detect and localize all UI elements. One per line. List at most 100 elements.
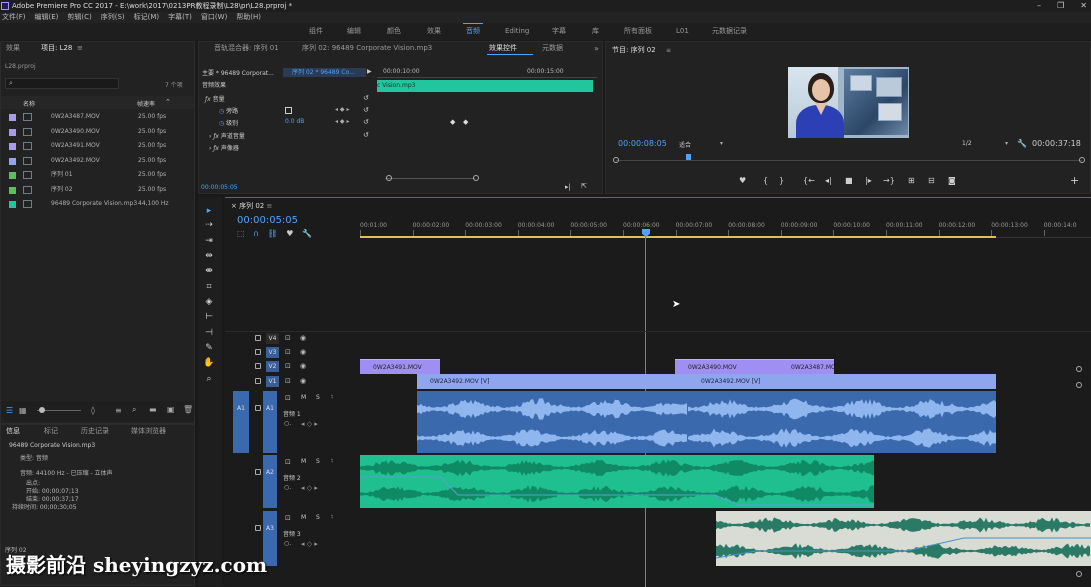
panner-row[interactable]: › ƒx 声像器 <box>209 143 239 152</box>
restore-icon[interactable]: ❐ <box>1057 0 1064 12</box>
scroll-handle-right[interactable] <box>1079 157 1085 163</box>
stopwatch-icon[interactable]: ◷ <box>219 120 224 127</box>
project-item[interactable]: 96489 Corporate Vision.mp3 44,100 Hz <box>5 197 191 211</box>
clip-a2-corporate-vision[interactable] <box>360 455 874 508</box>
keyframe-diamond-icon[interactable]: ◆ <box>450 118 455 126</box>
sync-lock-icon[interactable]: ⊡ <box>285 348 291 356</box>
slide-tool-icon[interactable]: ⊣ <box>203 327 215 339</box>
clip-v1-0w2a3492-a[interactable]: 0W2A3492.MOV [V] <box>417 374 688 389</box>
selection-tool-icon[interactable]: ▸ <box>203 205 215 217</box>
find-icon[interactable]: ⌕ <box>132 405 136 415</box>
ripple-edit-tool-icon[interactable]: ⇥ <box>203 235 215 247</box>
slip-tool-icon[interactable]: ⊢ <box>203 311 215 323</box>
sequence-clip-selector[interactable]: 序列 02 * 96489 Co... <box>283 68 366 77</box>
new-item-icon[interactable]: ▣ <box>167 405 175 414</box>
track-target-a2[interactable]: A2 <box>263 455 277 508</box>
lock-icon[interactable] <box>255 335 261 341</box>
hand-tool-icon[interactable]: ✋ <box>203 357 215 369</box>
reset-icon[interactable]: ↺ <box>363 106 369 114</box>
scroll-handle-left[interactable] <box>613 157 619 163</box>
label-color-swatch[interactable] <box>9 128 16 136</box>
workspace-l01[interactable]: L01 <box>676 23 689 40</box>
settings-wrench-icon[interactable]: 🔧 <box>1017 139 1027 148</box>
export-frame-icon[interactable]: ◙ <box>948 176 956 185</box>
video-track-header[interactable]: V1 ⊡ ◉ <box>225 375 357 389</box>
keyframe-nav-icon[interactable]: ◂ ◆ ▸ <box>335 106 349 113</box>
work-area-bar[interactable] <box>360 236 996 238</box>
workspace-audio[interactable]: 音频 <box>466 23 480 40</box>
ec-zoom-handle-right[interactable] <box>473 175 479 181</box>
stopwatch-icon[interactable]: ◷ <box>219 108 224 115</box>
workspace-all-panels[interactable]: 所有面板 <box>624 23 652 40</box>
eye-icon[interactable]: ◉ <box>300 334 306 342</box>
label-color-swatch[interactable] <box>9 172 16 179</box>
workspace-captions[interactable]: 字幕 <box>552 23 566 40</box>
sort-up-icon[interactable]: ⌃ <box>165 98 171 106</box>
automate-sequence-icon[interactable]: ≡ <box>115 406 122 415</box>
tab-effects[interactable]: 效果 <box>6 42 20 55</box>
master-clip-label[interactable]: 主要 * 96489 Corporat... <box>202 68 274 77</box>
project-item[interactable]: 序列 02 25.00 fps <box>5 183 191 197</box>
project-item[interactable]: 0W2A3492.MOV 25.00 fps <box>5 154 191 168</box>
zoom-slider-handle[interactable] <box>39 407 45 413</box>
lock-icon[interactable] <box>255 378 261 384</box>
workspace-color[interactable]: 颜色 <box>387 23 401 40</box>
timeline-settings-wrench-icon[interactable]: 🔧 <box>302 229 312 238</box>
label-color-swatch[interactable] <box>9 201 16 208</box>
new-bin-icon[interactable]: ▬ <box>149 405 157 414</box>
menu-help[interactable]: 帮助(H) <box>236 12 261 23</box>
bypass-checkbox[interactable] <box>285 107 292 114</box>
insert-icon[interactable]: ⊞ <box>908 176 915 185</box>
track-select-tool-icon[interactable]: ⇢ <box>203 219 215 231</box>
video-track-header[interactable]: V3 ⊡ ◉ <box>225 346 357 360</box>
eye-icon[interactable]: ◉ <box>300 362 306 370</box>
clear-icon[interactable]: 🗑 <box>183 405 193 414</box>
reset-icon[interactable]: ↺ <box>363 131 369 139</box>
tab-markers[interactable]: 标记 <box>44 425 58 438</box>
clip-v1-0w2a3492-b[interactable]: 0W2A3492.MOV [V] <box>688 374 996 389</box>
panel-menu-icon[interactable]: ≡ <box>77 42 83 55</box>
fx-volume-row[interactable]: ƒx 音量 <box>205 94 225 103</box>
lock-icon[interactable] <box>255 363 261 369</box>
voice-record-icon[interactable]: ♮ <box>331 457 334 465</box>
track-target-v1[interactable]: V1 <box>266 376 279 387</box>
go-to-in-icon[interactable]: {← <box>803 176 815 185</box>
track-target-v3[interactable]: V3 <box>266 347 279 358</box>
ec-clip-bar[interactable]: c Vision.mp3 <box>377 80 593 92</box>
workspace-editing-cn[interactable]: 编辑 <box>347 23 361 40</box>
export-icon[interactable]: ⇱ <box>581 182 587 190</box>
video-scroll-handle[interactable] <box>1076 366 1082 372</box>
program-monitor-title[interactable]: 节目: 序列 02 <box>612 45 656 55</box>
label-color-swatch[interactable] <box>9 143 16 150</box>
workspace-editing[interactable]: Editing <box>505 23 529 40</box>
menu-window[interactable]: 窗口(W) <box>201 12 227 23</box>
tab-audio-track-mixer[interactable]: 音轨混合器: 序列 01 <box>214 42 279 55</box>
mark-in-icon[interactable]: { <box>763 176 768 185</box>
channel-volume-row[interactable]: › ƒx 声道音量 <box>209 131 245 140</box>
menu-title[interactable]: 字幕(T) <box>168 12 192 23</box>
sync-lock-icon[interactable]: ⊡ <box>285 334 291 342</box>
clip-v2-0w2a3490[interactable]: 0W2A3490.MOV <box>675 359 778 374</box>
volume-knob-icon[interactable]: ○. <box>284 420 291 427</box>
audio-track-header[interactable]: A2 ⊡ M S ♮ 音频 2 ○. ◂ ◇ ▸ <box>225 455 357 508</box>
rate-stretch-tool-icon[interactable]: ⇼ <box>203 265 215 277</box>
workspace-assembly[interactable]: 组件 <box>309 23 323 40</box>
project-item[interactable]: 0W2A3490.MOV 25.00 fps <box>5 125 191 139</box>
timeline-ruler[interactable]: 00:01:00 00:00:02:00 00:00:03:00 00:00:04:0… <box>360 216 1091 238</box>
ec-time-ruler[interactable]: 00:00:10:00 00:00:15:00 <box>377 66 597 78</box>
lock-icon[interactable] <box>255 349 261 355</box>
sync-lock-icon[interactable]: ⊡ <box>285 377 291 385</box>
overwrite-icon[interactable]: ⊟ <box>928 176 935 185</box>
play-only-icon[interactable]: ▶ <box>367 68 372 75</box>
volume-knob-icon[interactable]: ○. <box>284 540 291 547</box>
workspace-metadata[interactable]: 元数据记录 <box>712 23 747 40</box>
tab-clip-mixer[interactable]: 序列 02: 96489 Corporate Vision.mp3 <box>302 42 432 55</box>
mute-button[interactable]: M <box>301 394 306 401</box>
resolution-dropdown[interactable]: 1/2 ▾ <box>962 140 1008 150</box>
solo-button[interactable]: S <box>316 514 320 521</box>
tab-history[interactable]: 历史记录 <box>81 425 109 438</box>
workspace-libraries[interactable]: 库 <box>592 23 599 40</box>
add-marker-icon[interactable]: ♥ <box>739 176 746 185</box>
menu-file[interactable]: 文件(F) <box>2 12 26 23</box>
menu-sequence[interactable]: 序列(S) <box>101 12 125 23</box>
